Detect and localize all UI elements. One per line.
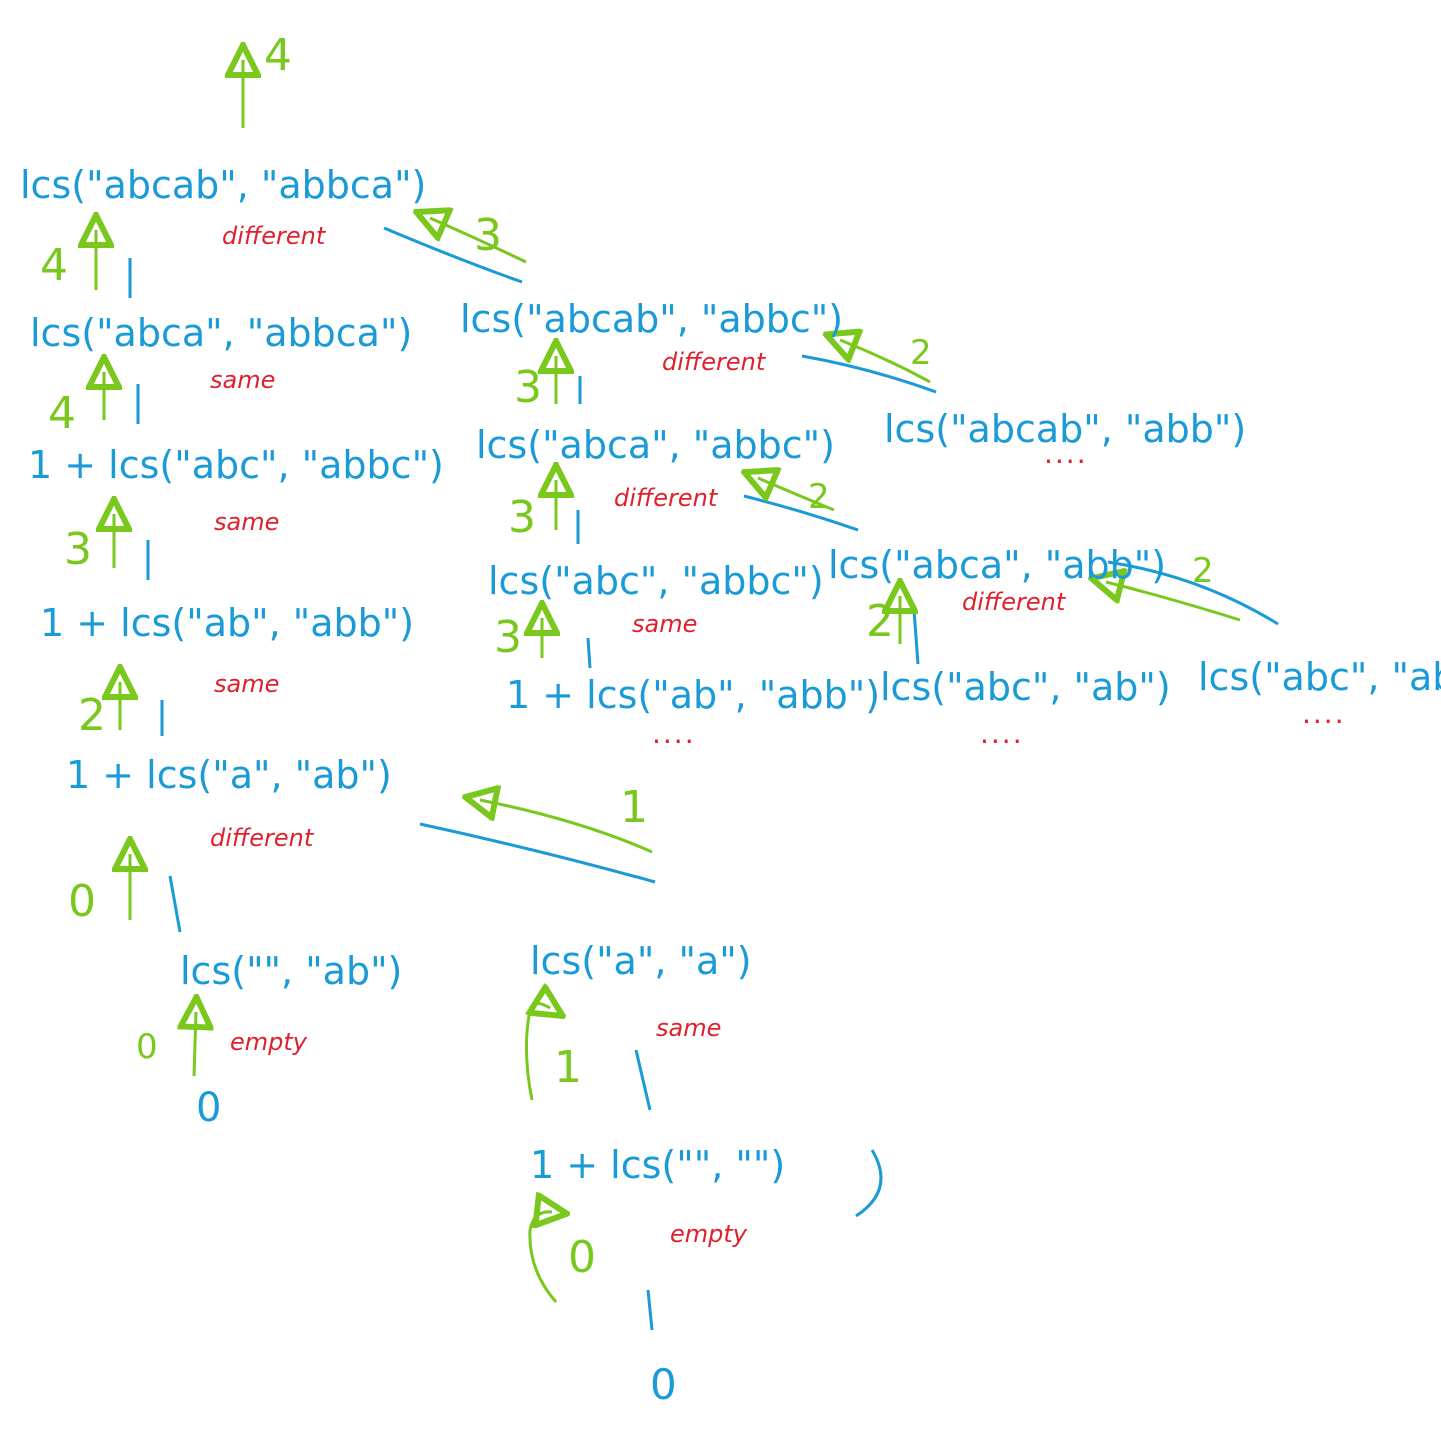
edge-n15-n16	[912, 609, 920, 665]
note-n11: different	[614, 484, 718, 512]
call-node-n10: lcs("abcab", "abbc")	[460, 297, 844, 341]
edge-n11-n15	[743, 494, 859, 532]
edge-n8-n9	[646, 1289, 654, 1331]
ellipsis-n13: ....	[652, 717, 696, 750]
edge-n7-n8	[634, 1049, 652, 1111]
note-root: different	[222, 222, 326, 250]
return-value-n7: 1	[620, 782, 648, 833]
call-node-n4: 1 + lcs("a", "ab")	[66, 753, 392, 797]
ellipsis-n17: ....	[1302, 697, 1346, 730]
return-value-n13: 3	[494, 612, 522, 663]
note-n10: different	[662, 348, 766, 376]
note-n2: same	[214, 508, 280, 536]
call-node-n17: lcs("abc", "abb")	[1198, 655, 1441, 699]
return-value-n3: 3	[64, 524, 92, 575]
return-value-n1: 4	[40, 240, 68, 291]
note-n12: same	[632, 610, 698, 638]
edge-n4-n5	[168, 875, 182, 933]
return-arrow-n9	[528, 1212, 556, 1303]
result-n9: 0	[650, 1360, 677, 1409]
return-value-n10: 3	[474, 210, 502, 261]
return-value-n4: 2	[78, 690, 106, 741]
return-value-n9: 0	[568, 1232, 596, 1283]
note-n7: same	[656, 1014, 722, 1042]
call-node-n2: 1 + lcs("abc", "abbc")	[28, 443, 444, 487]
return-value-n2: 4	[48, 388, 76, 439]
call-node-n12: lcs("abc", "abbc")	[488, 559, 824, 603]
return-value-n11: 3	[514, 362, 542, 413]
ellipsis-n16: ....	[980, 717, 1024, 750]
call-node-n8: 1 + lcs("", "")	[530, 1143, 786, 1187]
note-n1: same	[210, 366, 276, 394]
return-arrow-n6	[194, 1012, 196, 1077]
call-node-n11: lcs("abca", "abbc")	[476, 423, 835, 467]
call-node-n13: 1 + lcs("ab", "abb")	[506, 673, 881, 717]
return-value-n17: 2	[1192, 551, 1214, 591]
call-node-n16: lcs("abc", "ab")	[880, 665, 1171, 709]
return-value-n8: 1	[554, 1042, 582, 1093]
return-value-top: 4	[264, 30, 292, 81]
return-value-n12: 3	[508, 492, 536, 543]
return-value-n15: 2	[808, 477, 830, 517]
call-node-n15: lcs("abca", "abb")	[828, 543, 1167, 587]
ellipsis-n14: ....	[1044, 437, 1088, 470]
call-node-n3: 1 + lcs("ab", "abb")	[40, 601, 415, 645]
call-node-root: lcs("abcab", "abbca")	[20, 163, 427, 207]
return-value-n6: 0	[136, 1027, 158, 1067]
call-node-n1: lcs("abca", "abbca")	[30, 311, 413, 355]
note-n15: different	[962, 588, 1066, 616]
note-n8: empty	[670, 1220, 747, 1248]
note-n5: empty	[230, 1028, 307, 1056]
result-n6: 0	[196, 1085, 222, 1131]
return-value-n14: 2	[910, 333, 932, 373]
return-arrow-n17	[1106, 582, 1241, 622]
return-value-n5: 0	[68, 876, 96, 927]
recursion-tree-diagram: 4 lcs("abcab", "abbca") different 4 lcs(…	[0, 0, 1441, 1445]
note-n4: different	[210, 824, 314, 852]
call-node-n7: lcs("a", "a")	[530, 939, 752, 983]
return-value-n16: 2	[866, 596, 894, 647]
edge-n12-n13	[586, 637, 592, 669]
call-node-n5: lcs("", "ab")	[180, 949, 403, 993]
return-arrow-n8	[524, 1003, 550, 1101]
note-n3: same	[214, 670, 280, 698]
close-paren-n8	[855, 1149, 883, 1218]
